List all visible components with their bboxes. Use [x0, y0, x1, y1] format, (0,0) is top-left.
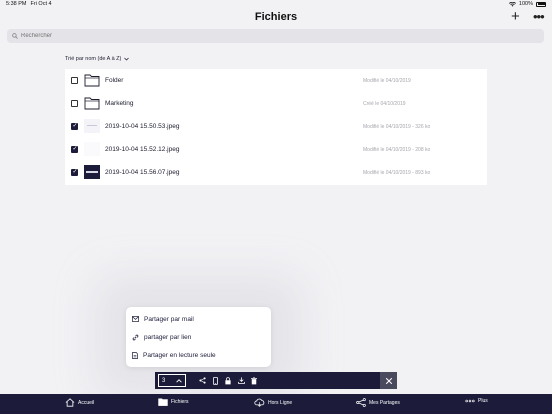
file-row-image-2[interactable]: 2019-10-04 15.52.12.jpeg Modifié le 04/1… [65, 138, 487, 161]
battery-percent: 100% [518, 1, 533, 7]
image-thumbnail [84, 142, 100, 156]
image-thumbnail [84, 119, 100, 133]
sort-label: Trié par nom (de A à Z) [65, 56, 122, 62]
tab-label: Mes Partages [369, 399, 400, 406]
tab-label: Fichiers [171, 399, 189, 405]
battery-icon [536, 1, 546, 7]
share-by-mail-label: Partager par mail [144, 315, 194, 323]
file-row-marketing[interactable]: Marketing Créé le 04/10/2019 [65, 92, 487, 115]
row-checkbox[interactable] [71, 100, 78, 107]
file-row-folder[interactable]: Folder Modifié le 04/10/2019 [65, 69, 487, 92]
row-checkbox[interactable] [71, 77, 78, 84]
chevron-down-icon [124, 57, 130, 61]
file-meta: Modifié le 04/10/2019 [363, 78, 411, 84]
folder-icon [84, 97, 100, 110]
status-time: 5:38 PM [6, 1, 27, 7]
tab-label: Plus [478, 398, 488, 404]
file-name: Folder [105, 77, 124, 84]
mobile-icon[interactable] [209, 375, 221, 387]
search-icon [12, 33, 18, 39]
file-name: 2019-10-04 15.52.12.jpeg [105, 146, 180, 153]
search-bar[interactable] [7, 29, 544, 43]
share-read-only-label: Partager en lecture seule [143, 351, 216, 359]
file-row-image-1[interactable]: 2019-10-04 15.50.53.jpeg Modifié le 04/1… [65, 115, 487, 138]
more-icon [465, 399, 475, 403]
share-icon [356, 398, 366, 407]
file-row-image-3[interactable]: 2019-10-04 15.56.07.jpeg Modifié le 04/1… [65, 161, 487, 184]
share-icon[interactable] [196, 375, 208, 387]
more-icon[interactable]: ••• [533, 9, 545, 25]
search-input[interactable] [21, 33, 544, 39]
share-by-mail-item[interactable]: Partager par mail [132, 313, 194, 325]
row-checkbox[interactable] [71, 145, 78, 153]
wifi-icon [508, 1, 516, 7]
row-checkbox[interactable] [71, 122, 78, 130]
share-by-link-item[interactable]: partager par lien [132, 331, 191, 343]
file-name: Marketing [105, 100, 134, 107]
chevron-up-icon[interactable] [176, 378, 182, 383]
tab-plus[interactable]: Plus [465, 398, 488, 404]
folder-icon [158, 398, 168, 406]
document-icon [132, 351, 138, 359]
link-icon [132, 334, 139, 340]
lock-icon[interactable] [222, 375, 234, 387]
tab-hors-ligne[interactable]: Hors Ligne [254, 398, 292, 407]
page-title: Fichiers [254, 11, 298, 23]
tab-bar: Accueil Fichiers Hors Ligne Mes Partages… [0, 394, 552, 414]
file-list: Folder Modifié le 04/10/2019 Marketing C… [65, 69, 487, 185]
file-meta: Modifié le 04/10/2019 - 893 ko [363, 170, 431, 176]
file-name: 2019-10-04 15.50.53.jpeg [105, 123, 180, 130]
status-date: Fri Oct 4 [30, 1, 52, 7]
share-by-link-label: partager par lien [144, 333, 192, 341]
file-meta: Modifié le 04/10/2019 - 326 ko [363, 124, 431, 130]
selection-count[interactable]: 3 [158, 374, 186, 387]
share-menu: Partager par mail partager par lien Part… [126, 307, 271, 367]
close-selection-button[interactable] [380, 372, 397, 389]
close-icon [385, 377, 392, 384]
tab-label: Accueil [78, 399, 95, 406]
status-bar: 5:38 PM Fri Oct 4 100% [0, 0, 552, 8]
file-meta: Créé le 04/10/2019 [363, 101, 406, 107]
tab-accueil[interactable]: Accueil [65, 398, 94, 407]
tab-fichiers[interactable]: Fichiers [158, 398, 189, 406]
folder-icon [84, 74, 100, 87]
mail-icon [132, 316, 139, 322]
file-meta: Modifié le 04/10/2019 - 208 ko [363, 147, 431, 153]
download-icon[interactable] [235, 375, 247, 387]
trash-icon[interactable] [248, 375, 260, 387]
row-checkbox[interactable] [71, 168, 78, 176]
file-name: 2019-10-04 15.56.07.jpeg [105, 169, 180, 176]
share-read-only-item[interactable]: Partager en lecture seule [132, 349, 216, 361]
image-thumbnail [84, 165, 100, 179]
selection-action-bar: 3 [155, 372, 397, 389]
selection-count-value: 3 [162, 377, 166, 384]
cloud-icon [254, 398, 265, 407]
home-icon [65, 398, 75, 407]
sort-selector[interactable]: Trié par nom (de A à Z) [65, 56, 130, 62]
tab-label: Hors Ligne [268, 399, 293, 406]
top-bar: Fichiers + ••• [0, 8, 552, 28]
tab-mes-partages[interactable]: Mes Partages [356, 398, 400, 407]
plus-icon[interactable]: + [511, 9, 520, 25]
